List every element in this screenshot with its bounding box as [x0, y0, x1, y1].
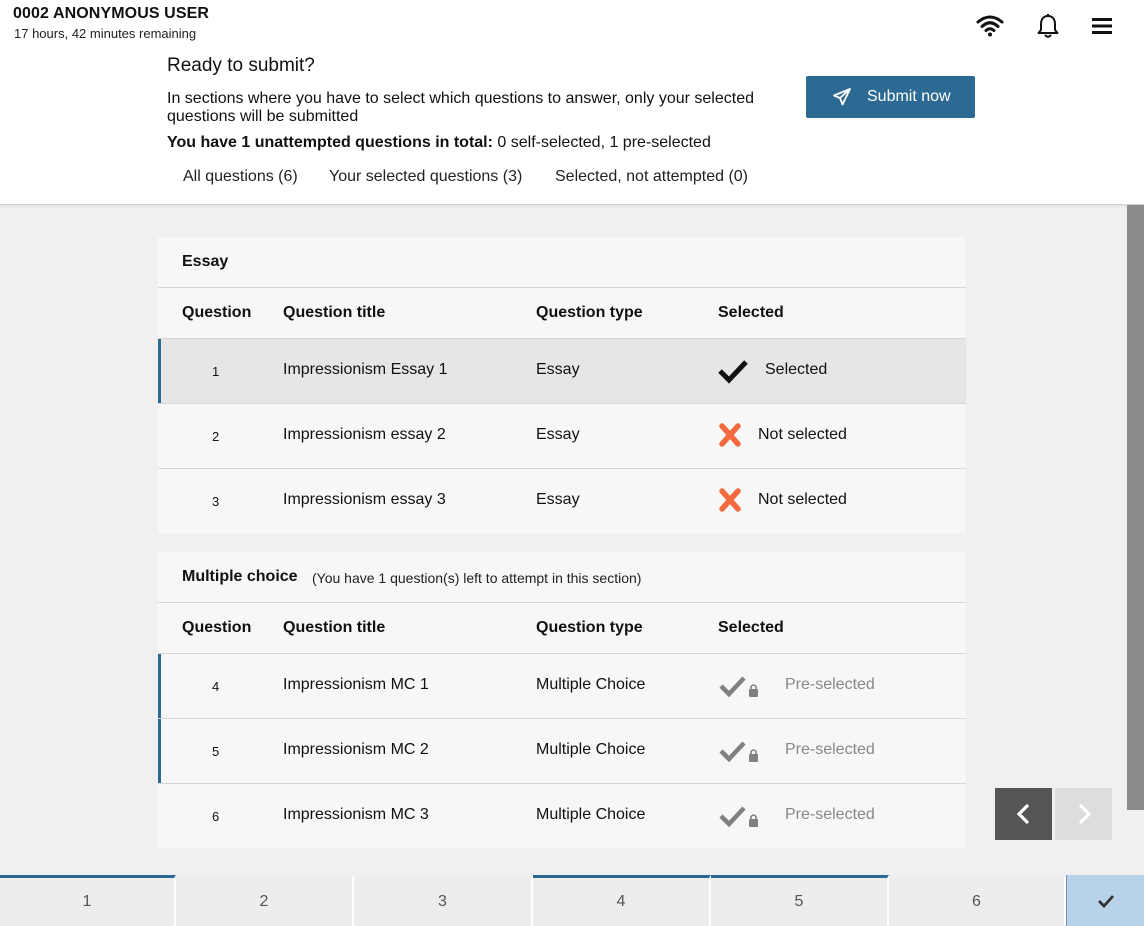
col-question: Question — [182, 619, 252, 636]
section-header: Essay — [158, 237, 966, 288]
check-icon — [1098, 894, 1115, 908]
section-header: Multiple choice (You have 1 question(s) … — [158, 552, 966, 603]
question-number: 4 — [212, 679, 220, 694]
selection-status: Pre-selected — [785, 676, 875, 693]
col-selected: Selected — [718, 304, 784, 321]
section-title: Multiple choice — [182, 568, 298, 585]
section-essay: Essay Question Question title Question t… — [158, 237, 966, 533]
menu-icon[interactable] — [1088, 12, 1116, 40]
next-button[interactable] — [1055, 788, 1112, 840]
question-title: Impressionism MC 3 — [283, 806, 429, 823]
table-row[interactable]: 2 Impressionism essay 2 Essay Not select… — [158, 404, 966, 469]
question-title: Impressionism MC 2 — [283, 741, 429, 758]
question-type: Essay — [536, 361, 580, 378]
table-row[interactable]: 6 Impressionism MC 3 Multiple Choice Pre… — [158, 784, 966, 848]
selection-status: Pre-selected — [785, 806, 875, 823]
column-headers: Question Question title Question type Se… — [158, 603, 966, 654]
table-row[interactable]: 1 Impressionism Essay 1 Essay Selected — [158, 339, 966, 404]
question-tab-3[interactable]: 3 — [354, 875, 533, 926]
question-title: Impressionism essay 2 — [283, 426, 446, 443]
table-row[interactable]: 5 Impressionism MC 2 Multiple Choice Pre… — [158, 719, 966, 784]
col-question-type: Question type — [536, 304, 643, 321]
locked-check-icon — [719, 676, 758, 698]
question-tab-4[interactable]: 4 — [533, 875, 711, 926]
table-row[interactable]: 4 Impressionism MC 1 Multiple Choice Pre… — [158, 654, 966, 719]
chevron-right-icon — [1078, 803, 1091, 825]
section-multiple-choice: Multiple choice (You have 1 question(s) … — [158, 552, 966, 848]
check-icon — [718, 360, 748, 384]
cross-icon — [719, 423, 741, 447]
section-title: Essay — [182, 253, 229, 270]
selection-status: Not selected — [758, 426, 847, 443]
wifi-icon[interactable] — [976, 12, 1004, 40]
question-number: 1 — [212, 364, 220, 379]
summary-detail: 0 self-selected, 1 pre-selected — [492, 134, 711, 151]
question-tab-2[interactable]: 2 — [176, 875, 354, 926]
unattempted-summary: You have 1 unattempted questions in tota… — [167, 134, 711, 152]
submit-header: 0002 ANONYMOUS USER 17 hours, 42 minutes… — [0, 0, 1144, 205]
question-title: Impressionism MC 1 — [283, 676, 429, 693]
table-row[interactable]: 3 Impressionism essay 3 Essay Not select… — [158, 469, 966, 533]
submit-now-button[interactable]: Submit now — [806, 76, 975, 118]
question-type: Essay — [536, 426, 580, 443]
previous-button[interactable] — [995, 788, 1052, 840]
section-note: (You have 1 question(s) left to attempt … — [312, 570, 642, 586]
col-question-title: Question title — [283, 619, 386, 636]
user-name: 0002 ANONYMOUS USER — [13, 5, 210, 22]
col-question: Question — [182, 304, 252, 321]
question-type: Essay — [536, 491, 580, 508]
question-number: 6 — [212, 809, 220, 824]
locked-check-icon — [719, 741, 758, 763]
chevron-left-icon — [1016, 803, 1029, 825]
tab-selected-questions[interactable]: Your selected questions (3) — [329, 168, 522, 186]
page-title: Ready to submit? — [167, 55, 315, 76]
submit-now-label: Submit now — [867, 88, 951, 105]
question-tab-5[interactable]: 5 — [711, 875, 889, 926]
col-question-title: Question title — [283, 304, 386, 321]
tab-all-questions[interactable]: All questions (6) — [183, 168, 298, 186]
column-headers: Question Question title Question type Se… — [158, 288, 966, 339]
locked-check-icon — [719, 806, 758, 828]
question-type: Multiple Choice — [536, 676, 646, 693]
question-title: Impressionism Essay 1 — [283, 361, 448, 378]
question-title: Impressionism essay 3 — [283, 491, 446, 508]
question-tab-1[interactable]: 1 — [0, 875, 176, 926]
tab-selected-not-attempted[interactable]: Selected, not attempted (0) — [555, 168, 748, 186]
question-number: 2 — [212, 429, 220, 444]
send-icon — [833, 88, 851, 106]
selection-status: Pre-selected — [785, 741, 875, 758]
submit-description: In sections where you have to select whi… — [167, 90, 754, 125]
scrollbar[interactable] — [1127, 205, 1144, 810]
selection-status: Selected — [765, 361, 828, 378]
submit-tab[interactable] — [1066, 875, 1144, 926]
summary-count: You have 1 unattempted questions in tota… — [167, 134, 493, 151]
time-remaining: 17 hours, 42 minutes remaining — [14, 26, 197, 41]
question-tab-6[interactable]: 6 — [889, 875, 1066, 926]
col-question-type: Question type — [536, 619, 643, 636]
question-number: 5 — [212, 744, 220, 759]
col-selected: Selected — [718, 619, 784, 636]
question-type: Multiple Choice — [536, 806, 646, 823]
question-type: Multiple Choice — [536, 741, 646, 758]
selection-status: Not selected — [758, 491, 847, 508]
bell-icon[interactable] — [1034, 12, 1062, 40]
cross-icon — [719, 488, 741, 512]
question-number: 3 — [212, 494, 220, 509]
